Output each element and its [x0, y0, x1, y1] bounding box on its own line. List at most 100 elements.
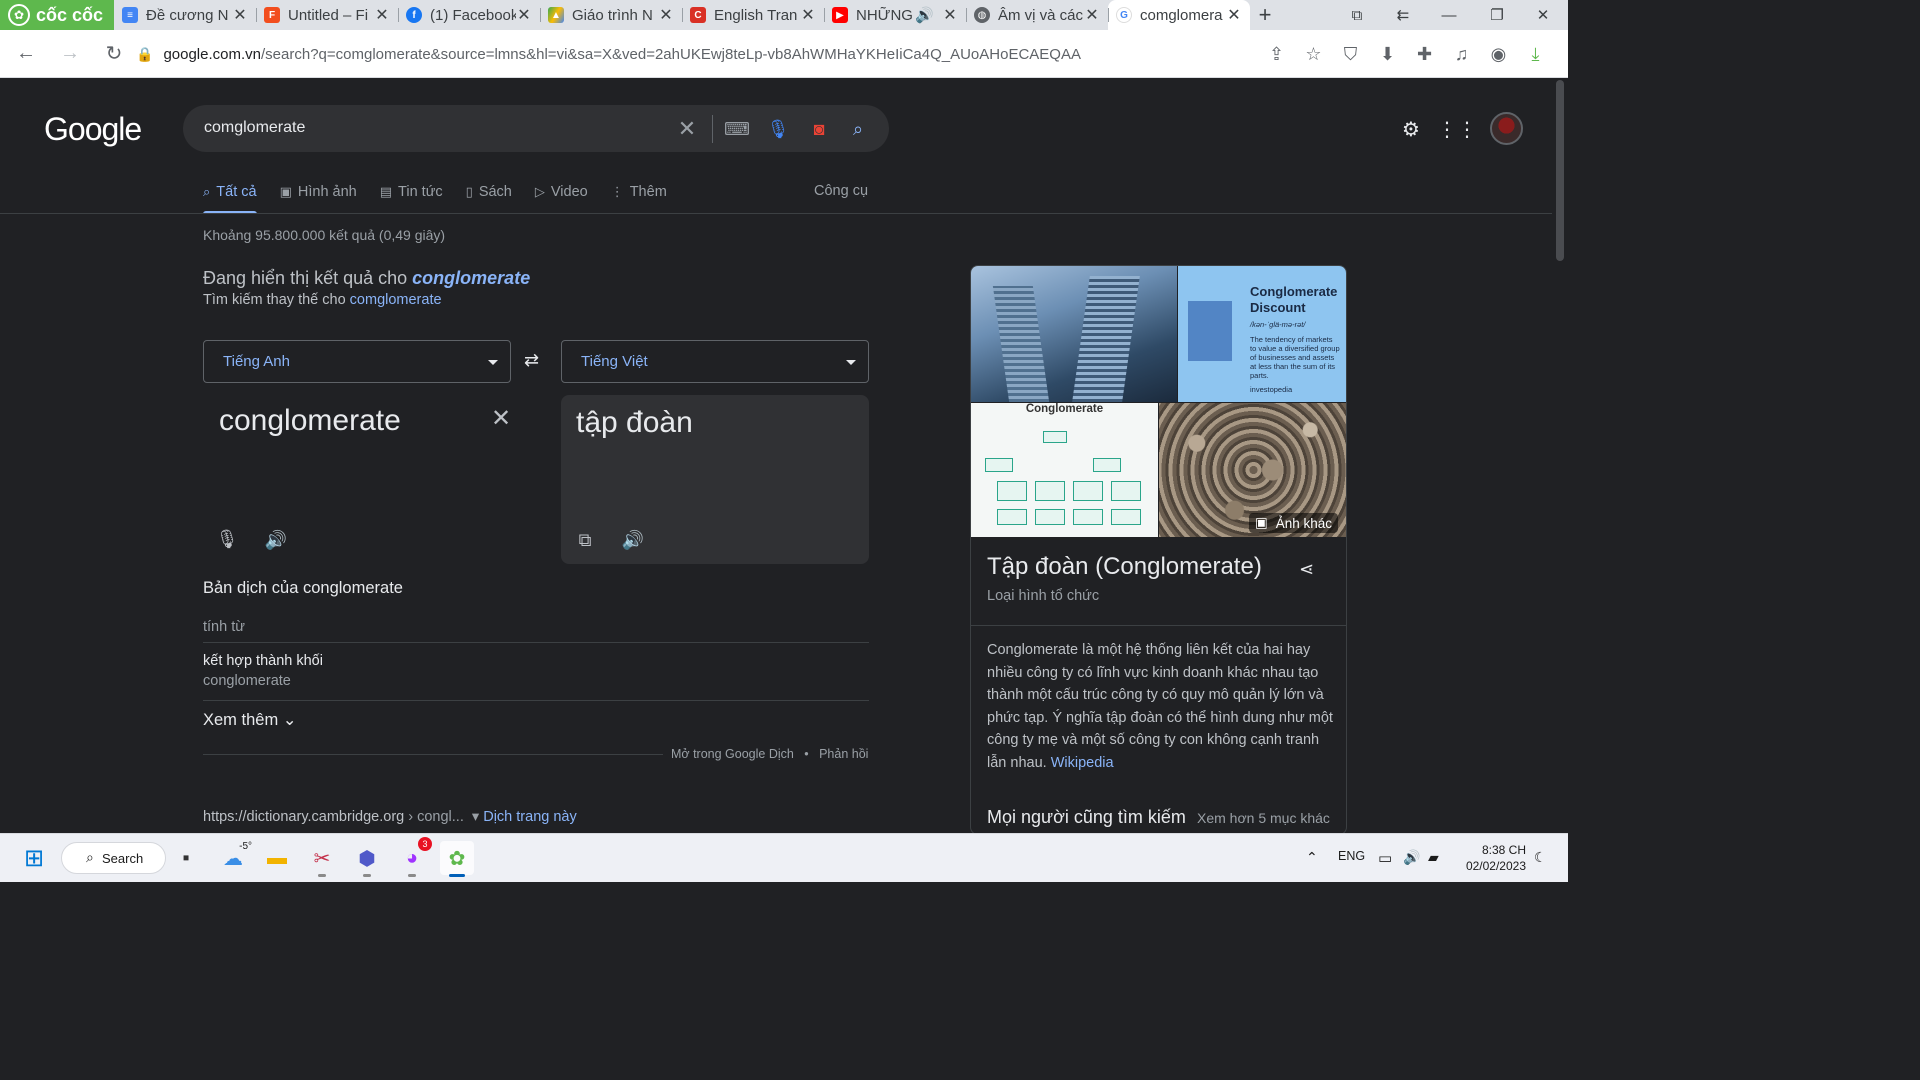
more-images-button[interactable]: ▣ Ảnh khác [1249, 513, 1339, 533]
swap-languages-icon[interactable]: ⇄ [524, 350, 539, 371]
target-language-select[interactable]: Tiếng Việt [561, 340, 869, 383]
tab-close-icon[interactable]: ✕ [658, 5, 674, 25]
tab-search-icon[interactable]: ⧉ [1334, 0, 1380, 30]
task-view-icon[interactable]: ▪ [169, 841, 203, 875]
extensions-icon[interactable]: ✚ [1406, 36, 1443, 72]
browser-tab-active[interactable]: Gcomglomera ✕ [1108, 0, 1250, 30]
browser-tab[interactable]: f (1) Facebook ✕ [398, 0, 540, 30]
download-icon[interactable]: ⤓ [1517, 36, 1554, 72]
browser-tab[interactable]: ◍ Âm vị và các ✕ [966, 0, 1108, 30]
volume-icon[interactable]: 🔊 [1403, 849, 1420, 866]
minimize-button[interactable]: — [1426, 0, 1472, 30]
restore-button[interactable]: ❐ [1474, 0, 1520, 30]
image-heading: Conglomerate [1025, 403, 1104, 415]
browser-tab[interactable]: F Untitled – Fi ✕ [256, 0, 398, 30]
forward-button[interactable]: → [52, 36, 88, 72]
wikipedia-link[interactable]: Wikipedia [1051, 755, 1114, 771]
settings-gear-icon[interactable]: ⚙ [1398, 116, 1424, 142]
search-input[interactable]: comglomerate [204, 119, 305, 137]
download-video-icon[interactable]: ⬇ [1369, 36, 1406, 72]
org-chart-image[interactable]: Conglomerate [971, 403, 1158, 537]
result-url[interactable]: https://dictionary.cambridge.org [203, 809, 404, 825]
clear-source-icon[interactable]: ✕ [491, 404, 511, 433]
tab-audio-icon[interactable]: 🔊 [915, 6, 934, 24]
open-in-translate-link[interactable]: Mở trong Google Dịch [671, 747, 794, 761]
shield-icon[interactable]: ⛉ [1332, 36, 1369, 72]
tab-close-icon[interactable]: ✕ [942, 5, 958, 25]
tab-close-icon[interactable]: ✕ [800, 5, 816, 25]
file-explorer-icon[interactable]: ▬ [260, 841, 294, 875]
notifications-icon[interactable]: ☾ [1534, 849, 1547, 866]
share-icon[interactable]: ⋖ [1299, 559, 1314, 580]
address-bar[interactable]: 🔒 google.com.vn/search?q=comglomerate&so… [128, 36, 1248, 72]
source-language-select[interactable]: Tiếng Anh [203, 340, 511, 383]
search-icon[interactable]: ⌕ [846, 117, 870, 141]
original-query-link[interactable]: comglomerate [350, 292, 442, 308]
windows-start-icon[interactable]: ⊞ [17, 841, 51, 875]
tab-close-icon[interactable]: ✕ [374, 5, 390, 25]
skyscrapers-image[interactable] [971, 266, 1177, 402]
network-icon[interactable]: ▭ [1378, 849, 1392, 867]
copy-icon[interactable]: ⧉ [573, 528, 597, 552]
back-button[interactable]: ← [8, 36, 44, 72]
input-language[interactable]: ENG [1338, 849, 1365, 863]
tab-books[interactable]: ▯ Sách [466, 170, 512, 214]
tab-close-icon[interactable]: ✕ [516, 5, 532, 25]
taskbar-search[interactable]: ⌕ Search [61, 842, 166, 874]
speaker-icon[interactable]: 🔊 [264, 528, 288, 552]
clear-search-icon[interactable]: ✕ [675, 116, 699, 141]
browser-tab[interactable]: C English Tran ✕ [682, 0, 824, 30]
translate-page-link[interactable]: Dịch trang này [483, 809, 577, 825]
speaker-icon[interactable]: 🔊 [621, 528, 645, 552]
weather-icon[interactable]: ☁ -5° [216, 841, 252, 875]
keyboard-icon[interactable]: ⌨ [724, 117, 750, 141]
coccoc-taskbar-icon[interactable]: ✿ [440, 841, 474, 877]
see-more-button[interactable]: Xem thêm ⌄ [203, 710, 297, 730]
secure-lock-icon[interactable]: 🔒 [136, 46, 153, 63]
tab-videos[interactable]: ▷ Video [535, 170, 588, 214]
tab-all[interactable]: ⌕ Tất cả [203, 170, 257, 214]
messenger-icon[interactable]: ◕ 3 [395, 837, 432, 877]
browser-tab[interactable]: ≡ Đề cương N ✕ [114, 0, 256, 30]
playlist-icon[interactable]: ♫ [1443, 36, 1480, 72]
browser-tab[interactable]: ▶ NHỮNG 🔊 ✕ [824, 0, 966, 30]
lens-camera-icon[interactable]: ◙ [807, 117, 831, 141]
battery-icon[interactable]: ▰ [1428, 849, 1439, 866]
close-window-button[interactable]: ✕ [1520, 0, 1566, 30]
tab-label: Hình ảnh [297, 184, 357, 200]
tab-more[interactable]: ⋮ Thêm [611, 170, 667, 214]
back-forward-cache-icon[interactable]: ⇇ [1380, 0, 1426, 30]
share-icon[interactable]: ⇪ [1258, 36, 1295, 72]
show-hidden-icons-chevron[interactable]: ⌃ [1306, 849, 1318, 866]
snipping-tool-icon[interactable]: ✂ [305, 841, 339, 877]
reload-button[interactable]: ↻ [96, 36, 132, 72]
feedback-link[interactable]: Phản hồi [819, 747, 868, 761]
tab-close-icon[interactable]: ✕ [1084, 5, 1100, 25]
scrollbar-thumb[interactable] [1556, 80, 1564, 261]
source-text-input[interactable]: conglomerate [219, 404, 401, 438]
google-logo[interactable]: Google [44, 111, 142, 148]
see-more-entities-link[interactable]: Xem hơn 5 mục khác [1197, 810, 1330, 826]
tab-images[interactable]: ▣ Hình ảnh [280, 170, 357, 214]
coccoc-menu-button[interactable]: ✿ cốc cốc [0, 0, 114, 30]
knowledge-panel: Conglomerate Discount /kən-ˈglä-mə-rət/ … [970, 265, 1347, 835]
account-avatar[interactable] [1490, 112, 1523, 145]
conglomerate-discount-image[interactable]: Conglomerate Discount /kən-ˈglä-mə-rət/ … [1178, 266, 1346, 402]
bookmark-star-icon[interactable]: ☆ [1295, 36, 1332, 72]
apps-grid-icon[interactable]: ⋮⋮ [1437, 116, 1477, 142]
tab-close-icon[interactable]: ✕ [1226, 5, 1242, 25]
teams-icon[interactable]: ⬢ [350, 841, 384, 877]
browser-tab[interactable]: ▲ Giáo trình N ✕ [540, 0, 682, 30]
profile-icon[interactable]: ◉ [1480, 36, 1517, 72]
corrected-query-link[interactable]: conglomerate [412, 268, 530, 288]
divider [203, 754, 663, 755]
tab-close-icon[interactable]: ✕ [232, 5, 248, 25]
caret-down-icon[interactable]: ▾ [468, 809, 479, 825]
clock[interactable]: 8:38 CH 02/02/2023 [1458, 842, 1526, 874]
voice-search-icon[interactable]: 🎙 [766, 117, 790, 141]
new-tab-button[interactable]: + [1250, 2, 1280, 28]
tools-button[interactable]: Công cụ [814, 183, 868, 199]
tab-news[interactable]: ▤ Tin tức [380, 170, 443, 214]
microphone-icon[interactable]: 🎙 [215, 527, 239, 551]
search-box[interactable]: comglomerate ✕ ⌨ 🎙 ◙ ⌕ [183, 105, 889, 152]
